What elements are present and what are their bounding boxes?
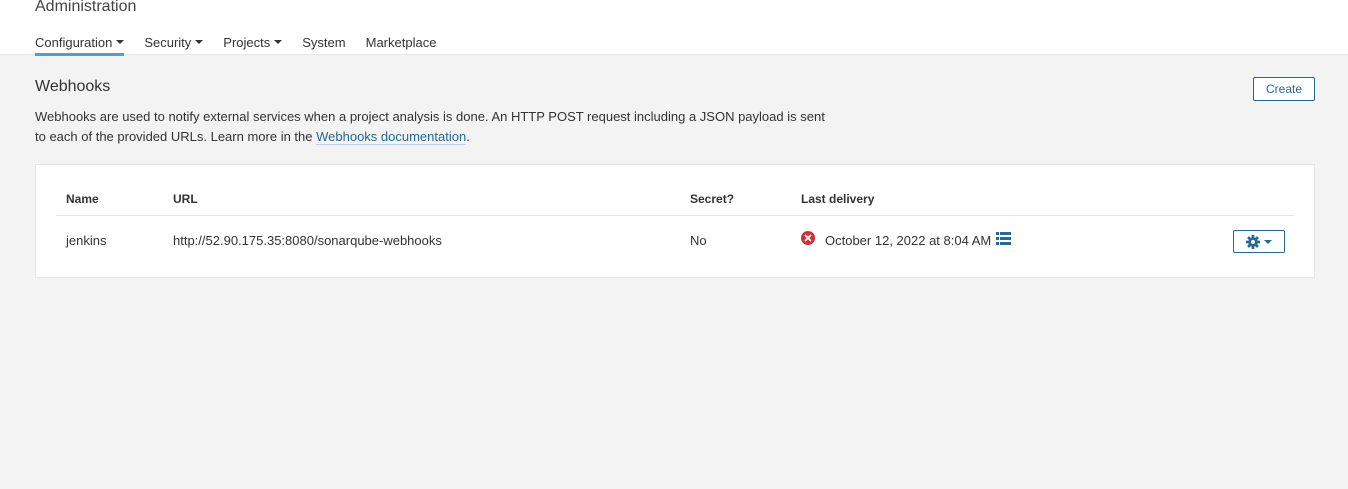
admin-nav: Configuration Security Projects System M…	[35, 33, 456, 56]
caret-down-icon	[195, 40, 204, 44]
nav-security-label: Security	[144, 34, 192, 50]
nav-configuration[interactable]: Configuration	[35, 33, 125, 56]
webhooks-table: Name URL Secret? Last delivery jenkins h…	[35, 164, 1315, 278]
gear-icon	[1246, 234, 1260, 249]
nav-security[interactable]: Security	[144, 33, 204, 51]
nav-projects-label: Projects	[223, 34, 271, 50]
row-actions-button[interactable]	[1233, 230, 1285, 253]
page-heading: Administration	[35, 0, 137, 15]
error-icon	[801, 231, 815, 245]
column-header-name: Name	[66, 192, 99, 206]
column-header-url: URL	[173, 192, 198, 206]
nav-system[interactable]: System	[302, 33, 345, 51]
nav-marketplace[interactable]: Marketplace	[366, 33, 437, 51]
create-button[interactable]: Create	[1253, 77, 1315, 101]
nav-configuration-label: Configuration	[35, 34, 113, 50]
nav-marketplace-label: Marketplace	[365, 34, 437, 50]
caret-down-icon	[274, 40, 283, 44]
webhook-name: jenkins	[66, 233, 107, 248]
list-icon[interactable]	[996, 232, 1011, 245]
webhooks-documentation-link[interactable]: Webhooks documentation	[316, 129, 467, 145]
webhook-url: http://52.90.175.35:8080/sonarqube-webho…	[173, 233, 442, 248]
nav-system-label: System	[302, 34, 346, 50]
description-suffix: .	[466, 129, 470, 144]
header-divider	[56, 215, 1294, 216]
caret-down-icon	[1264, 239, 1272, 244]
nav-projects[interactable]: Projects	[223, 33, 283, 51]
admin-header: Administration Configuration Security Pr…	[0, 0, 1348, 56]
webhook-secret: No	[690, 233, 707, 248]
column-header-last-delivery: Last delivery	[801, 192, 875, 206]
last-delivery-date: October 12, 2022 at 8:04 AM	[825, 233, 992, 248]
page-description: Webhooks are used to notify external ser…	[35, 107, 835, 147]
page-title: Webhooks	[35, 78, 111, 95]
caret-down-icon	[116, 40, 125, 44]
column-header-secret: Secret?	[690, 192, 735, 206]
